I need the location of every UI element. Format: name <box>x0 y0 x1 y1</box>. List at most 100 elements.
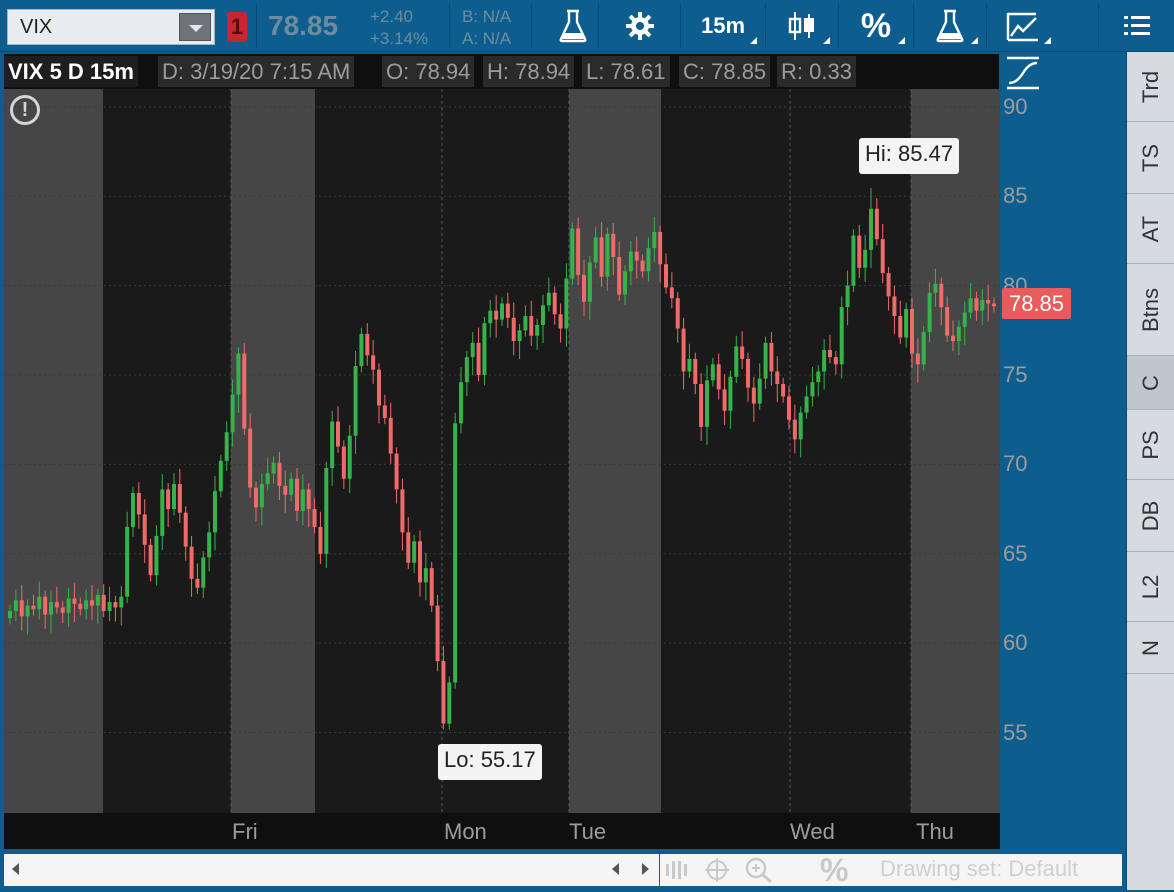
candle-down <box>945 307 950 336</box>
tab-label: L2 <box>1138 574 1163 599</box>
candle-up <box>564 278 569 329</box>
candle-down <box>394 453 399 490</box>
link-group-badge[interactable]: 1 <box>227 12 247 42</box>
crosshair-icon[interactable] <box>704 857 730 883</box>
candle-up <box>353 366 358 436</box>
candle-up <box>213 491 217 533</box>
corner-arrow-icon <box>898 37 905 44</box>
candle-down <box>283 485 288 495</box>
chart-type-button[interactable] <box>766 0 838 52</box>
tab-n[interactable]: N <box>1127 622 1174 674</box>
flask-icon <box>936 9 964 43</box>
candle-down <box>552 292 557 315</box>
pan-icon[interactable] <box>664 858 694 882</box>
menu-button[interactable] <box>1099 0 1174 52</box>
horizontal-scrollbar[interactable] <box>4 854 659 886</box>
candle-down <box>418 541 422 583</box>
candle-down <box>400 489 405 533</box>
corner-arrow-icon <box>1044 37 1051 44</box>
candle-up <box>869 208 873 250</box>
candle-down <box>898 316 903 338</box>
candle-down <box>142 514 147 545</box>
candle-up <box>816 371 821 383</box>
session-band-extended <box>911 89 1000 813</box>
candle-up <box>447 682 452 724</box>
session-band-regular <box>442 89 569 813</box>
candle-up <box>962 312 967 327</box>
candle-down <box>769 342 774 372</box>
tab-ps[interactable]: PS <box>1127 410 1174 480</box>
candle-up <box>13 600 18 611</box>
tab-c[interactable]: C <box>1127 356 1174 410</box>
candle-up <box>851 235 856 286</box>
candle-up <box>933 283 938 293</box>
candle-down <box>857 235 862 268</box>
side-panel: Trd TS AT Btns C PS DB L2 N <box>1126 52 1174 890</box>
session-band-extended <box>231 89 315 813</box>
bottom-bar: % Drawing set: Default <box>0 849 1126 890</box>
price-tick-label: 65 <box>1003 540 1028 566</box>
price-tick-label: 70 <box>1003 451 1028 477</box>
chart-plot-area[interactable]: ! <box>4 89 1000 813</box>
drawings-button[interactable] <box>987 0 1059 52</box>
symbol-dropdown-button[interactable] <box>179 13 211 41</box>
candle-down <box>341 446 346 479</box>
candle-down <box>611 233 616 258</box>
percent-icon: % <box>860 6 892 45</box>
tab-btns[interactable]: Btns <box>1127 264 1174 356</box>
settings-button[interactable] <box>599 0 681 52</box>
header-open: O: 78.94 <box>382 56 475 87</box>
scroll-right-arrow-icon[interactable] <box>642 863 649 875</box>
chart-header: VIX 5 D 15m D: 3/19/20 7:15 AM O: 78.94 … <box>4 54 999 89</box>
candlestick-plot <box>4 89 1000 813</box>
symbol-input[interactable]: VIX <box>7 9 215 45</box>
candle-up <box>289 478 294 495</box>
candle-up <box>593 237 598 263</box>
tab-ts[interactable]: TS <box>1127 122 1174 194</box>
alert-icon[interactable]: ! <box>10 95 40 125</box>
candle-up <box>172 484 176 510</box>
last-price: 78.85 <box>268 10 339 41</box>
header-close: C: 78.85 <box>679 56 771 87</box>
percent-view-button[interactable]: % <box>839 0 913 52</box>
low-bubble: Lo: 55.17 <box>438 744 542 780</box>
tab-at[interactable]: AT <box>1127 194 1174 264</box>
scroll-left-arrow-icon[interactable] <box>612 863 619 875</box>
candlestick-icon <box>788 12 814 40</box>
tab-db[interactable]: DB <box>1127 480 1174 552</box>
candle-down <box>992 303 996 307</box>
candle-up <box>728 376 733 411</box>
scroll-left-arrow-icon[interactable] <box>12 863 19 875</box>
candle-up <box>980 299 985 311</box>
tab-label: Trd <box>1138 70 1163 103</box>
interval-button[interactable]: 15m <box>681 0 765 52</box>
candle-down <box>640 260 645 272</box>
candle-up <box>757 378 762 404</box>
drawing-set-selector[interactable]: Drawing set: Default <box>880 856 1078 882</box>
candle-down <box>558 314 563 329</box>
price-tick-label: 85 <box>1003 183 1028 209</box>
candle-up <box>810 382 815 397</box>
studies-menu-button[interactable] <box>914 0 986 52</box>
candle-down <box>90 600 94 606</box>
price-scale-button[interactable] <box>1003 55 1043 91</box>
tab-l2[interactable]: L2 <box>1127 552 1174 622</box>
candle-up <box>84 600 89 610</box>
zoom-icon[interactable] <box>744 856 774 884</box>
candle-down <box>248 428 253 488</box>
corner-arrow-icon <box>971 37 978 44</box>
candle-down <box>722 389 727 411</box>
candle-up <box>956 326 961 342</box>
candle-up <box>347 435 352 479</box>
candle-down <box>371 355 376 370</box>
candle-down <box>54 602 59 608</box>
candle-up <box>804 396 809 413</box>
candle-up <box>160 489 165 536</box>
candle-down <box>113 602 118 608</box>
percent-icon[interactable]: % <box>820 852 848 889</box>
candle-up <box>459 382 463 424</box>
header-range: R: 0.33 <box>777 56 856 87</box>
candle-up <box>230 394 235 433</box>
candle-down <box>429 568 434 606</box>
tab-trd[interactable]: Trd <box>1127 52 1174 122</box>
